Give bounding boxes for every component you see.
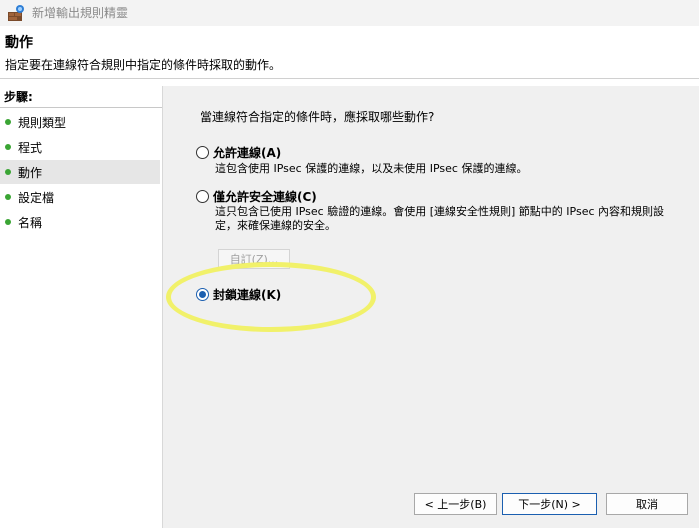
- sidebar-item-profile[interactable]: 設定檔: [0, 185, 160, 209]
- sidebar-item-label: 規則類型: [18, 115, 67, 130]
- page-header: 動作 指定要在連線符合規則中指定的條件時採取的動作。: [0, 26, 699, 79]
- window-title: 新增輸出規則精靈: [32, 6, 129, 20]
- radio-allow[interactable]: [196, 146, 209, 159]
- option-block[interactable]: 封鎖連線(K): [196, 286, 281, 303]
- sidebar-item-action[interactable]: 動作: [0, 160, 160, 184]
- step-bullet-icon: [5, 169, 11, 175]
- next-button[interactable]: 下一步(N) >: [502, 493, 597, 515]
- option-allow[interactable]: 允許連線(A): [196, 144, 281, 161]
- sidebar-item-rule-type[interactable]: 規則類型: [0, 110, 160, 134]
- title-bar: 新增輸出規則精靈: [0, 0, 699, 26]
- customize-button[interactable]: 自訂(Z)...: [218, 249, 290, 269]
- step-bullet-icon: [5, 144, 11, 150]
- action-question: 當連線符合指定的條件時，應採取哪些動作?: [200, 110, 435, 124]
- option-allow-description: 這包含使用 IPsec 保護的連線，以及未使用 IPsec 保護的連線。: [215, 162, 528, 175]
- sidebar-item-program[interactable]: 程式: [0, 135, 160, 159]
- steps-label: 步驟:: [4, 90, 33, 104]
- main-panel: 當連線符合指定的條件時，應採取哪些動作? 允許連線(A) 這包含使用 IPsec…: [163, 86, 699, 528]
- step-bullet-icon: [5, 119, 11, 125]
- sidebar-item-label: 名稱: [18, 215, 43, 230]
- sidebar-item-label: 設定檔: [18, 190, 55, 205]
- cancel-button[interactable]: 取消: [606, 493, 688, 515]
- option-allow-label: 允許連線(A): [213, 146, 282, 160]
- step-bullet-icon: [5, 219, 11, 225]
- steps-divider: [0, 107, 162, 108]
- option-allow-secure[interactable]: 僅允許安全連線(C): [196, 188, 317, 205]
- back-button[interactable]: < 上一步(B): [414, 493, 497, 515]
- radio-allow-secure[interactable]: [196, 190, 209, 203]
- page-description: 指定要在連線符合規則中指定的條件時採取的動作。: [5, 58, 282, 72]
- sidebar-item-label: 程式: [18, 140, 43, 155]
- sidebar-item-name[interactable]: 名稱: [0, 210, 160, 234]
- firewall-wizard-icon: [8, 5, 24, 21]
- option-block-label: 封鎖連線(K): [213, 288, 282, 302]
- option-allow-secure-description: 這只包含已使用 IPsec 驗證的連線。會使用 [連線安全性規則] 節點中的 I…: [215, 205, 665, 232]
- radio-block[interactable]: [196, 288, 209, 301]
- steps-sidebar: 步驟: 規則類型 程式 動作 設定檔 名稱: [0, 86, 163, 528]
- option-allow-secure-label: 僅允許安全連線(C): [213, 190, 317, 204]
- page-title: 動作: [5, 35, 33, 51]
- step-bullet-icon: [5, 194, 11, 200]
- sidebar-item-label: 動作: [18, 165, 43, 180]
